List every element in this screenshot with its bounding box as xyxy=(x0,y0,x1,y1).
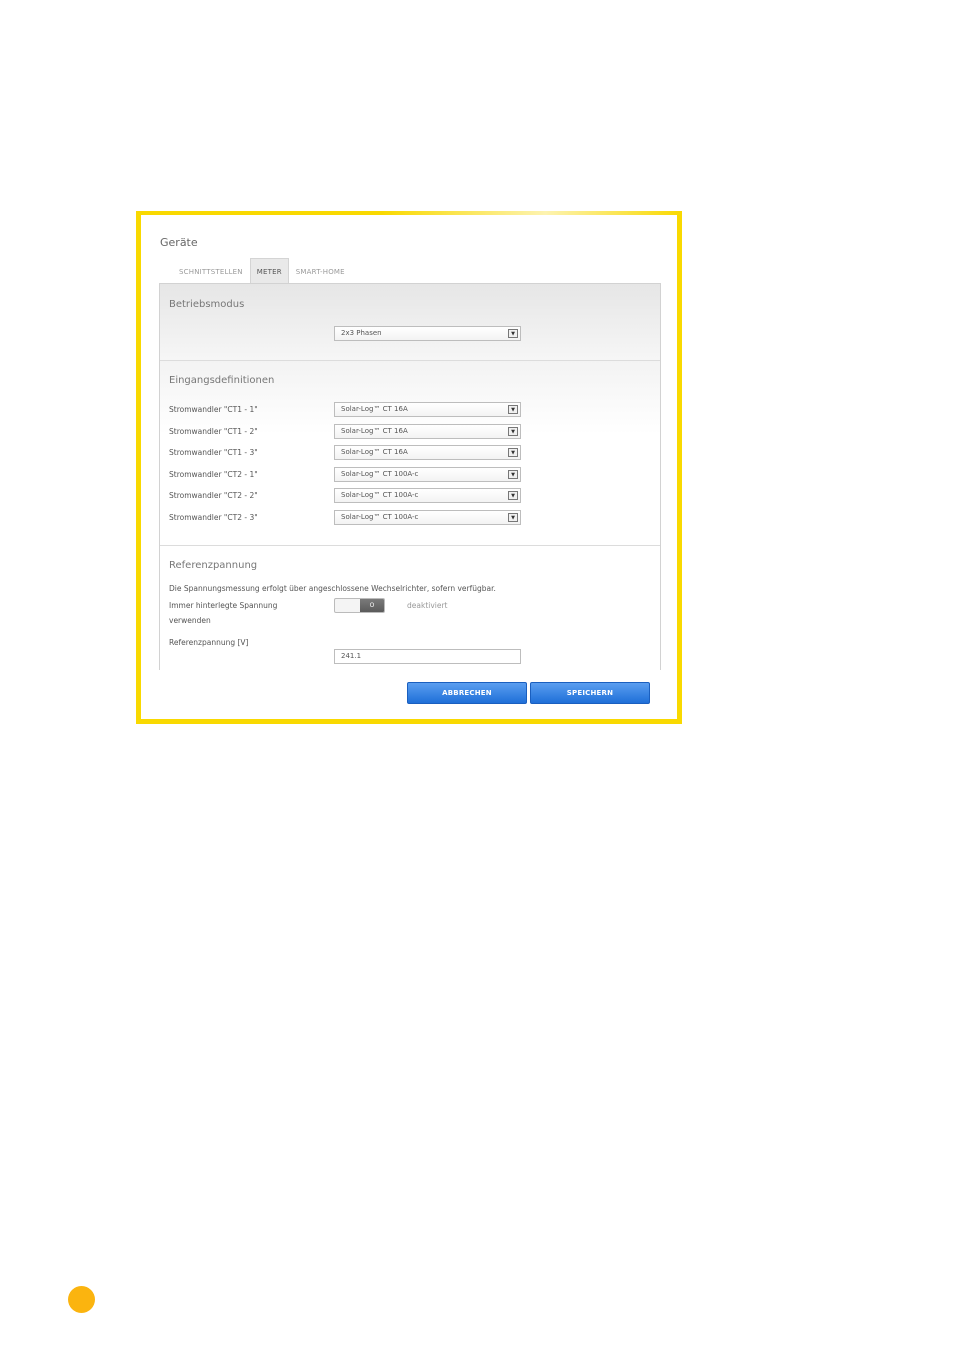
voltage-input[interactable]: 241.1 xyxy=(334,649,521,664)
tab-bar: SCHNITTSTELLEN METER SMART-HOME xyxy=(172,258,352,284)
ct-label: Stromwandler "CT1 - 3" xyxy=(169,448,258,457)
page-marker-dot xyxy=(68,1286,95,1313)
mode-select[interactable]: 2x3 Phasen ▼ xyxy=(334,326,521,341)
tab-meter[interactable]: METER xyxy=(249,258,289,284)
select-value: Solar-Log™ CT 16A xyxy=(341,427,408,435)
save-button[interactable]: SPEICHERN xyxy=(530,682,650,704)
chevron-down-icon[interactable]: ▼ xyxy=(508,470,518,479)
section-title: Referenzpannung xyxy=(169,560,258,571)
select-value: Solar-Log™ CT 100A-c xyxy=(341,513,419,521)
settings-panel: Betriebsmodus 2x3 Phasen ▼ Eingangsdefin… xyxy=(159,283,661,670)
section-eingangsdefinitionen: Eingangsdefinitionen Stromwandler "CT1 -… xyxy=(160,361,660,546)
select-value: Solar-Log™ CT 100A-c xyxy=(341,491,419,499)
ct-select[interactable]: Solar-Log™ CT 16A ▼ xyxy=(334,445,521,460)
toggle-knob: O xyxy=(360,599,384,612)
tab-schnittstellen[interactable]: SCHNITTSTELLEN xyxy=(172,258,250,284)
cancel-button[interactable]: ABBRECHEN xyxy=(407,682,527,704)
select-value: Solar-Log™ CT 16A xyxy=(341,405,408,413)
chevron-down-icon[interactable]: ▼ xyxy=(508,448,518,457)
chevron-down-icon[interactable]: ▼ xyxy=(508,427,518,436)
ct-select[interactable]: Solar-Log™ CT 16A ▼ xyxy=(334,424,521,439)
screenshot-frame: Geräte SCHNITTSTELLEN METER SMART-HOME B… xyxy=(136,211,682,724)
window-title: Geräte xyxy=(160,236,198,249)
ct-select[interactable]: Solar-Log™ CT 16A ▼ xyxy=(334,402,521,417)
tab-smart-home[interactable]: SMART-HOME xyxy=(289,258,352,284)
ct-label: Stromwandler "CT2 - 3" xyxy=(169,513,258,522)
ct-select[interactable]: Solar-Log™ CT 100A-c ▼ xyxy=(334,510,521,525)
ct-select[interactable]: Solar-Log™ CT 100A-c ▼ xyxy=(334,488,521,503)
chevron-down-icon[interactable]: ▼ xyxy=(508,329,518,338)
section-title: Betriebsmodus xyxy=(169,299,245,310)
select-value: 2x3 Phasen xyxy=(341,329,382,337)
toggle-label-cont: verwenden xyxy=(169,616,211,625)
select-value: Solar-Log™ CT 100A-c xyxy=(341,470,419,478)
ct-select[interactable]: Solar-Log™ CT 100A-c ▼ xyxy=(334,467,521,482)
info-note: Die Spannungsmessung erfolgt über angesc… xyxy=(169,584,496,593)
chevron-down-icon[interactable]: ▼ xyxy=(508,491,518,500)
ct-label: Stromwandler "CT1 - 1" xyxy=(169,405,258,414)
section-referenzpannung: Referenzpannung Die Spannungsmessung erf… xyxy=(160,546,660,670)
chevron-down-icon[interactable]: ▼ xyxy=(508,513,518,522)
chevron-down-icon[interactable]: ▼ xyxy=(508,405,518,414)
toggle-label: Immer hinterlegte Spannung xyxy=(169,601,278,610)
toggle-state-text: deaktiviert xyxy=(407,601,448,610)
fixed-voltage-toggle[interactable]: O xyxy=(334,598,385,613)
voltage-label: Referenzpannung [V] xyxy=(169,638,249,647)
section-title: Eingangsdefinitionen xyxy=(169,375,275,386)
ct-label: Stromwandler "CT2 - 1" xyxy=(169,470,258,479)
select-value: Solar-Log™ CT 16A xyxy=(341,448,408,456)
section-betriebsmodus: Betriebsmodus 2x3 Phasen ▼ xyxy=(160,284,660,361)
ct-label: Stromwandler "CT2 - 2" xyxy=(169,491,258,500)
ct-label: Stromwandler "CT1 - 2" xyxy=(169,427,258,436)
